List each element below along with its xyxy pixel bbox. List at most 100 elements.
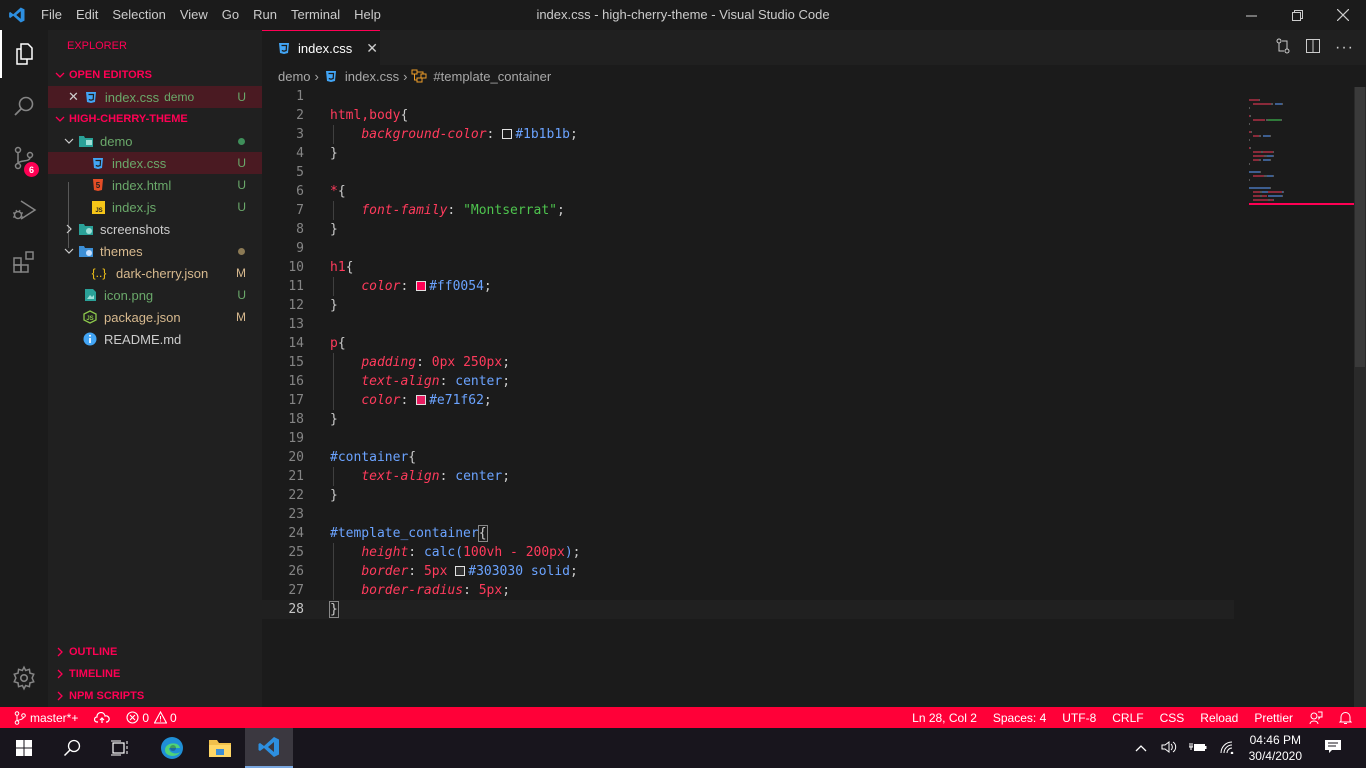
code-line[interactable]: 21 text-align: center; [262,467,1234,486]
open-changes-icon[interactable] [1275,38,1291,57]
tree-file-icon-png[interactable]: icon.png U [48,284,262,306]
show-hidden-icons-button[interactable] [1135,741,1147,755]
menu-view[interactable]: View [173,0,215,30]
tree-file-package-json[interactable]: JS package.json M [48,306,262,328]
vertical-scrollbar[interactable] [1354,87,1366,707]
wifi-icon[interactable] [1219,740,1235,757]
volume-icon[interactable] [1161,740,1177,757]
action-center-button[interactable] [1324,739,1342,758]
indentation[interactable]: Spaces: 4 [985,711,1054,725]
code-line[interactable]: 11 color: #ff0054; [262,277,1234,296]
code-line[interactable]: 4} [262,144,1234,163]
tree-file-dark-cherry-json[interactable]: {..} dark-cherry.json M [48,262,262,284]
restore-button[interactable] [1274,0,1320,30]
tree-file-readme[interactable]: README.md [48,328,262,350]
color-swatch[interactable] [455,566,466,576]
manage-button[interactable] [0,654,48,702]
code-line[interactable]: 9 [262,239,1234,258]
reload-button[interactable]: Reload [1192,711,1246,725]
vscode-taskbar-button[interactable] [245,728,293,768]
code-line[interactable]: 10 h1{ [262,258,1234,277]
code-line[interactable]: 5 [262,163,1234,182]
battery-icon[interactable] [1188,741,1207,756]
code-line[interactable]: 17 color: #e71f62; [262,391,1234,410]
scrollbar-thumb[interactable] [1355,87,1365,367]
tree-folder-themes[interactable]: themes [48,240,262,262]
code-line[interactable]: 15 padding: 0px 250px; [262,353,1234,372]
code-line[interactable]: 8} [262,220,1234,239]
code-editor[interactable]: 1 2 html,body{3 background-color: #1b1b1b;… [262,87,1366,707]
minimap[interactable] [1238,87,1361,707]
code-line[interactable]: 16 text-align: center; [262,372,1234,391]
taskbar-search-button[interactable] [48,728,96,768]
code-line[interactable]: 2 html,body{ [262,106,1234,125]
edge-browser-button[interactable] [148,728,196,768]
more-actions-icon[interactable]: ··· [1335,39,1354,57]
task-view-button[interactable] [96,728,144,768]
code-line[interactable]: 24 #template_container{ [262,524,1234,543]
breadcrumb-folder[interactable]: demo [278,69,311,84]
tab-index-css[interactable]: index.css ✕ [262,30,380,65]
code-line[interactable]: 3 background-color: #1b1b1b; [262,125,1234,144]
color-swatch[interactable] [416,281,427,291]
menu-file[interactable]: File [34,0,69,30]
code-line[interactable]: 26 border: 5px #303030 solid; [262,562,1234,581]
code-line[interactable]: 25 height: calc(100vh - 200px); [262,543,1234,562]
tree-file-index-js[interactable]: JS index.js U [48,196,262,218]
open-editor-item[interactable]: ✕ index.css demo U [48,86,262,108]
close-tab-icon[interactable]: ✕ [366,40,378,57]
code-line[interactable]: 1 [262,87,1234,106]
close-button[interactable] [1320,0,1366,30]
open-editors-section[interactable]: OPEN EDITORS [48,64,262,86]
timeline-section[interactable]: TIMELINE [48,663,262,685]
code-line[interactable]: 13 [262,315,1234,334]
code-line[interactable]: 28} [262,600,1234,619]
minimize-button[interactable] [1228,0,1274,30]
search-button[interactable] [0,82,48,130]
color-swatch[interactable] [502,129,513,139]
problems-button[interactable]: 0 0 [118,711,184,725]
extensions-button[interactable] [0,238,48,286]
start-button[interactable] [0,728,48,768]
code-line[interactable]: 7 font-family: "Montserrat"; [262,201,1234,220]
sync-button[interactable] [86,711,118,724]
tree-folder-demo[interactable]: demo [48,130,262,152]
tree-file-index-html[interactable]: 5 index.html U [48,174,262,196]
notifications-button[interactable] [1331,711,1360,725]
tree-folder-screenshots[interactable]: screenshots [48,218,262,240]
outline-section[interactable]: OUTLINE [48,641,262,663]
menu-terminal[interactable]: Terminal [284,0,347,30]
code-line[interactable]: 12} [262,296,1234,315]
project-section[interactable]: HIGH-CHERRY-THEME [48,108,262,130]
run-debug-button[interactable] [0,186,48,234]
feedback-button[interactable] [1301,711,1331,725]
source-control-button[interactable]: 6 [0,134,48,182]
code-line[interactable]: 23 [262,505,1234,524]
menu-selection[interactable]: Selection [105,0,172,30]
split-editor-icon[interactable] [1305,38,1321,57]
close-icon[interactable]: ✕ [68,89,79,105]
code-line[interactable]: 19 [262,429,1234,448]
file-explorer-button[interactable] [196,728,244,768]
menu-run[interactable]: Run [246,0,284,30]
code-line[interactable]: 14 p{ [262,334,1234,353]
code-line[interactable]: 27 border-radius: 5px; [262,581,1234,600]
tree-file-index-css[interactable]: index.css U [48,152,262,174]
code-line[interactable]: 6 *{ [262,182,1234,201]
language-mode[interactable]: CSS [1152,711,1193,725]
code-line[interactable]: 20 #container{ [262,448,1234,467]
line-ending[interactable]: CRLF [1104,711,1151,725]
color-swatch[interactable] [416,395,427,405]
prettier-status[interactable]: Prettier [1246,711,1301,725]
git-branch[interactable]: master*+ [0,711,86,725]
breadcrumb-symbol[interactable]: #template_container [433,69,551,84]
menu-go[interactable]: Go [215,0,246,30]
breadcrumb-file[interactable]: index.css [345,69,399,84]
npm-scripts-section[interactable]: NPM SCRIPTS [48,685,262,707]
cursor-position[interactable]: Ln 28, Col 2 [904,711,985,725]
code-line[interactable]: 18} [262,410,1234,429]
encoding[interactable]: UTF-8 [1054,711,1104,725]
explorer-button[interactable] [0,30,48,78]
clock[interactable]: 04:46 PM 30/4/2020 [1249,732,1302,764]
menu-edit[interactable]: Edit [69,0,105,30]
